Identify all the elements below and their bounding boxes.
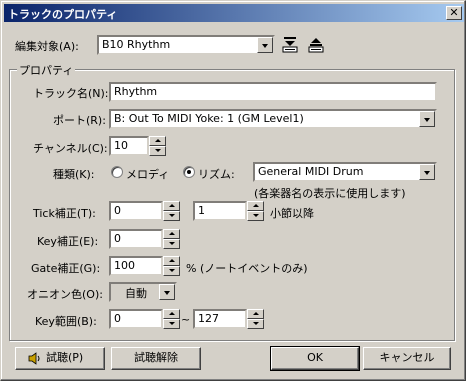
rhythm-note: (各楽器名の表示に使用します) xyxy=(254,187,406,200)
properties-group-label: プロパティ xyxy=(17,62,76,78)
target-label: 編集対象(A): xyxy=(15,40,79,53)
key-range-from-spinner[interactable] xyxy=(163,309,180,329)
gate-input[interactable]: 100 xyxy=(109,256,163,276)
chevron-down-icon[interactable] xyxy=(419,164,435,180)
gate-label: Gate補正(G): xyxy=(31,262,101,275)
rhythm-select[interactable]: General MIDI Drum xyxy=(253,162,437,182)
key-input[interactable]: 0 xyxy=(109,229,163,249)
onion-color-select[interactable]: 自動 xyxy=(109,282,177,302)
window-title: トラックのプロパティ xyxy=(8,8,118,21)
key-range-label: Key範囲(B): xyxy=(35,315,97,328)
key-range-to-spinner[interactable] xyxy=(247,309,264,329)
speaker-icon xyxy=(28,352,40,365)
track-name-label: トラック名(N): xyxy=(33,87,109,100)
key-label: Key補正(E): xyxy=(37,235,99,248)
title-bar[interactable]: トラックのプロパティ ✕ xyxy=(4,4,464,22)
port-value: B: Out To MIDI Yoke: 1 (GM Level1) xyxy=(114,112,304,125)
rhythm-radio[interactable] xyxy=(183,166,195,178)
onion-value: 自動 xyxy=(125,287,147,300)
kind-label: 種類(K): xyxy=(53,168,95,181)
key-range-separator: ~ xyxy=(181,313,191,326)
audition-button[interactable]: 試聴(P) xyxy=(15,347,105,370)
key-spinner[interactable] xyxy=(163,229,180,249)
move-up-icon[interactable] xyxy=(307,35,325,53)
port-label: ポート(R): xyxy=(53,114,106,127)
tick-spinner[interactable] xyxy=(163,201,180,221)
key-range-to-input[interactable]: 127 xyxy=(193,309,247,329)
track-properties-dialog: トラックのプロパティ ✕ 編集対象(A): B10 Rhythm プロパティ ト… xyxy=(0,0,466,381)
measure-input[interactable]: 1 xyxy=(193,201,247,221)
key-range-from-input[interactable]: 0 xyxy=(109,309,163,329)
target-select[interactable]: B10 Rhythm xyxy=(97,35,275,55)
gate-suffix: % (ノートイベントのみ) xyxy=(186,262,308,275)
channel-input[interactable]: 10 xyxy=(109,136,149,156)
tick-label: Tick補正(T): xyxy=(33,207,96,220)
rhythm-radio-label: リズム: xyxy=(198,168,235,181)
melody-radio[interactable] xyxy=(111,166,123,178)
track-name-input[interactable]: Rhythm xyxy=(109,82,437,102)
audition-label: 試聴(P) xyxy=(46,351,84,364)
cancel-button[interactable]: キャンセル xyxy=(363,347,451,370)
target-value: B10 Rhythm xyxy=(102,38,171,51)
ok-button[interactable]: OK xyxy=(270,346,360,371)
port-select[interactable]: B: Out To MIDI Yoke: 1 (GM Level1) xyxy=(109,109,437,129)
tick-input[interactable]: 0 xyxy=(109,201,163,221)
channel-label: チャンネル(C): xyxy=(33,142,108,155)
chevron-down-icon[interactable] xyxy=(159,284,175,300)
measure-suffix: 小節以降 xyxy=(270,207,314,220)
audition-release-button[interactable]: 試聴解除 xyxy=(111,347,201,370)
chevron-down-icon[interactable] xyxy=(419,111,435,127)
chevron-down-icon[interactable] xyxy=(257,37,273,53)
channel-spinner[interactable] xyxy=(149,136,166,156)
close-button[interactable]: ✕ xyxy=(446,6,462,20)
measure-spinner[interactable] xyxy=(247,201,264,221)
gate-spinner[interactable] xyxy=(163,256,180,276)
onion-label: オニオン色(O): xyxy=(27,288,103,301)
melody-radio-label: メロディ xyxy=(126,168,170,181)
move-down-icon[interactable] xyxy=(281,35,299,53)
rhythm-value: General MIDI Drum xyxy=(258,165,364,178)
